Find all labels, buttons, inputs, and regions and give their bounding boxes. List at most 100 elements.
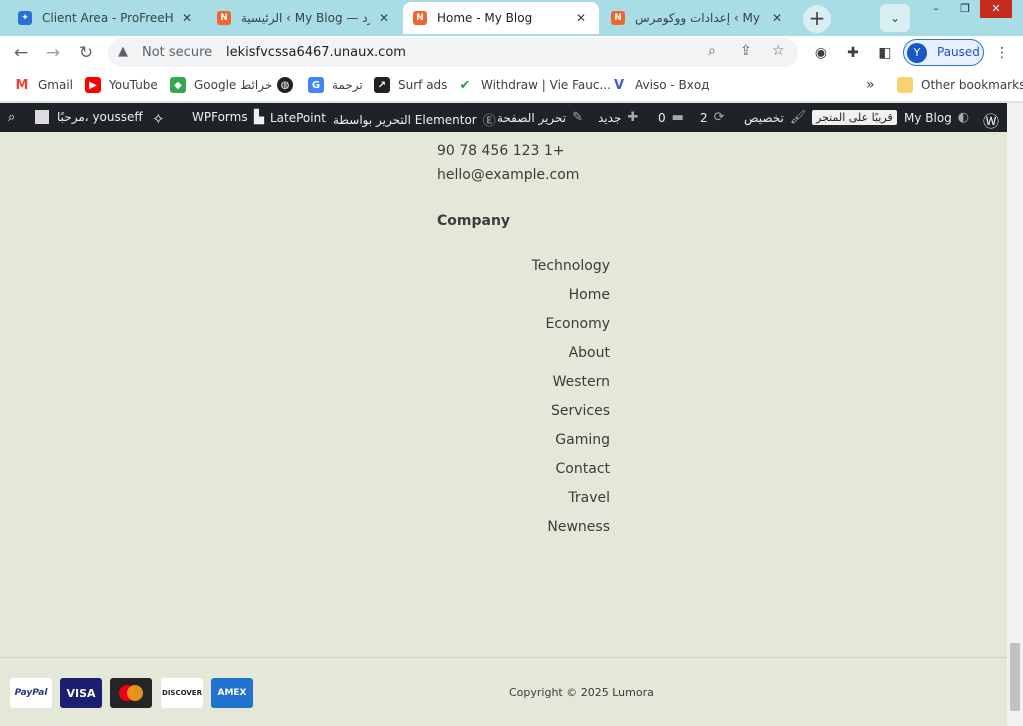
reload-icon[interactable]: ↻ (73, 40, 99, 66)
elementor-icon: Ⓔ (482, 114, 496, 129)
menu-item-newness[interactable]: Newness (440, 519, 610, 548)
avatar: Y (907, 43, 927, 63)
aviso-icon: V (611, 77, 627, 93)
wp-n-icon: N (611, 11, 625, 25)
browser-toolbar: ← → ↻ ▲ Not secure lekisfvcssa6467.unaux… (0, 36, 1023, 70)
close-icon[interactable]: ✕ (179, 10, 195, 26)
admin-bar-elementor[interactable]: التحرير بواسطة Elementor Ⓔ (333, 110, 502, 130)
bookmark-label: Aviso - Вход (635, 78, 710, 92)
contact-email[interactable]: hello@example.com (437, 167, 579, 183)
bookmark-label: Withdraw | Vie Fauc... (481, 78, 611, 92)
profile-button[interactable]: Y Paused (903, 39, 984, 66)
menu-item-western[interactable]: Western (440, 374, 610, 403)
security-label[interactable]: Not secure (142, 45, 212, 60)
avatar (35, 110, 49, 124)
bookmark-label: YouTube (109, 78, 158, 92)
other-bookmarks[interactable]: Other bookmarks (897, 77, 1023, 93)
more-bookmarks-button[interactable]: » (866, 77, 875, 93)
menu-item-home[interactable]: Home (440, 287, 610, 316)
bookmark-surf-ads[interactable]: ↗ Surf ads (374, 77, 447, 93)
back-icon[interactable]: ← (8, 40, 34, 66)
bookmark-globe[interactable]: ◍ (277, 77, 301, 93)
bookmark-label: Surf ads (398, 78, 448, 92)
discover-icon: DISCOVER (161, 678, 203, 708)
bookmark-aviso[interactable]: V Aviso - Вход (611, 77, 709, 93)
brush-icon: 🖌 (789, 110, 807, 125)
comment-icon: ▬ (671, 110, 684, 125)
admin-bar-new[interactable]: جديد ✚ (598, 110, 644, 125)
menu-item-technology[interactable]: Technology (440, 258, 610, 287)
arrow-square-icon: ↗ (374, 77, 390, 93)
admin-bar-customize[interactable]: تخصيص 🖌 (744, 110, 812, 125)
admin-bar-edit-page[interactable]: تحرير الصفحة ✎ (497, 110, 589, 125)
admin-bar-latepoint[interactable]: ▙ LatePoint (254, 110, 326, 125)
extension-planet-icon[interactable]: ◉ (811, 43, 831, 63)
tab-title: Home - My Blog (437, 11, 533, 25)
site-name: My Blog (904, 110, 952, 125)
kebab-menu-icon[interactable]: ⋮ (992, 43, 1012, 63)
tab-wp-dashboard[interactable]: N الرئيسية ‹ My Blog — وورد ✕ (207, 2, 402, 34)
bookmark-gmail[interactable]: M Gmail (14, 77, 73, 93)
bookmark-withdraw[interactable]: ✔ Withdraw | Vie Fauc... (457, 77, 611, 93)
bookmark-google-maps[interactable]: ◆ Google خرائط (170, 77, 272, 93)
admin-bar-account[interactable]: مرحبًا، yousseff (35, 110, 143, 124)
close-icon[interactable]: ✕ (376, 10, 392, 26)
menu-item-travel[interactable]: Travel (440, 490, 610, 519)
mastercard-icon (110, 678, 152, 708)
star-icon[interactable]: ☆ (772, 43, 785, 59)
admin-bar-comments[interactable]: 0 ▬ (658, 110, 690, 125)
profreehost-icon: ✦ (18, 11, 32, 25)
menu-item-economy[interactable]: Economy (440, 316, 610, 345)
tab-title: الرئيسية ‹ My Blog — وورد (241, 11, 370, 25)
url-text[interactable]: lekisfvcssa6467.unaux.com (226, 45, 406, 60)
tab-title: Client Area - ProFreeHost (42, 11, 173, 25)
sparkle-icon[interactable]: ✧ (152, 110, 171, 128)
admin-bar-updates[interactable]: 2 ⟳ (700, 110, 731, 125)
close-icon[interactable]: ✕ (573, 10, 589, 26)
tab-strip: ✦ Client Area - ProFreeHost ✕ N الرئيسية… (0, 0, 1023, 36)
side-panel-icon[interactable]: ◧ (875, 43, 895, 63)
restore-button[interactable]: ❐ (951, 0, 979, 18)
share-icon[interactable]: ⇪ (740, 43, 752, 59)
admin-bar-site[interactable]: My Blog ◐ (904, 110, 975, 125)
store-coming-soon-badge[interactable]: قريبًا على المتجر (812, 110, 897, 125)
search-icon[interactable]: ⌕ (8, 110, 21, 125)
new-tab-button[interactable]: + (803, 5, 831, 33)
menu-item-contact[interactable]: Contact (440, 461, 610, 490)
tab-home-my-blog[interactable]: N Home - My Blog ✕ (403, 2, 599, 34)
close-window-button[interactable]: ✕ (980, 0, 1012, 18)
gmail-icon: M (14, 77, 30, 93)
paypal-icon: PayPal (10, 678, 52, 708)
bookmark-youtube[interactable]: ▶ YouTube (85, 77, 158, 93)
bookmark-translate[interactable]: G ترجمة (308, 77, 363, 93)
tab-client-area[interactable]: ✦ Client Area - ProFreeHost ✕ (8, 2, 205, 34)
contact-phone[interactable]: 90 78 456 123 1+ (437, 143, 565, 159)
updates-count: 2 (700, 110, 708, 125)
site-footer: PayPal VISA DISCOVER AMEX Copyright © 20… (0, 657, 1007, 726)
tab-search-button[interactable]: ⌄ (880, 4, 910, 32)
warning-icon[interactable]: ▲ (118, 44, 128, 59)
bookmark-label: ترجمة (332, 78, 363, 92)
wordpress-logo-icon[interactable]: Ⓦ (983, 108, 1005, 132)
pencil-icon: ✎ (572, 110, 584, 125)
bookmarks-bar: M Gmail ▶ YouTube ◆ Google خرائط ◍ G ترج… (0, 70, 1023, 102)
minimize-button[interactable]: – (922, 0, 950, 18)
zoom-icon[interactable]: ⌕ (708, 43, 716, 59)
admin-bar-wpforms[interactable]: WPForms (192, 110, 248, 124)
puzzle-icon[interactable]: ✚ (843, 43, 863, 63)
page-scrollbar[interactable] (1007, 103, 1023, 726)
v-check-icon: ✔ (457, 77, 473, 93)
account-greeting: مرحبًا، yousseff (57, 110, 143, 124)
close-icon[interactable]: ✕ (769, 10, 785, 26)
menu-item-about[interactable]: About (440, 345, 610, 374)
address-bar[interactable]: ▲ Not secure lekisfvcssa6467.unaux.com ⌕… (108, 38, 798, 67)
scrollbar-thumb[interactable] (1010, 643, 1020, 711)
wp-n-icon: N (413, 11, 427, 25)
tab-woocommerce-settings[interactable]: N إعدادات ووكومرس ‹ My Blog ✕ (601, 2, 795, 34)
menu-item-services[interactable]: Services (440, 403, 610, 432)
folder-icon (897, 77, 913, 93)
company-menu: Technology Home Economy About Western Se… (440, 258, 610, 548)
profile-status: Paused (937, 45, 980, 59)
forward-icon[interactable]: → (40, 40, 66, 66)
menu-item-gaming[interactable]: Gaming (440, 432, 610, 461)
